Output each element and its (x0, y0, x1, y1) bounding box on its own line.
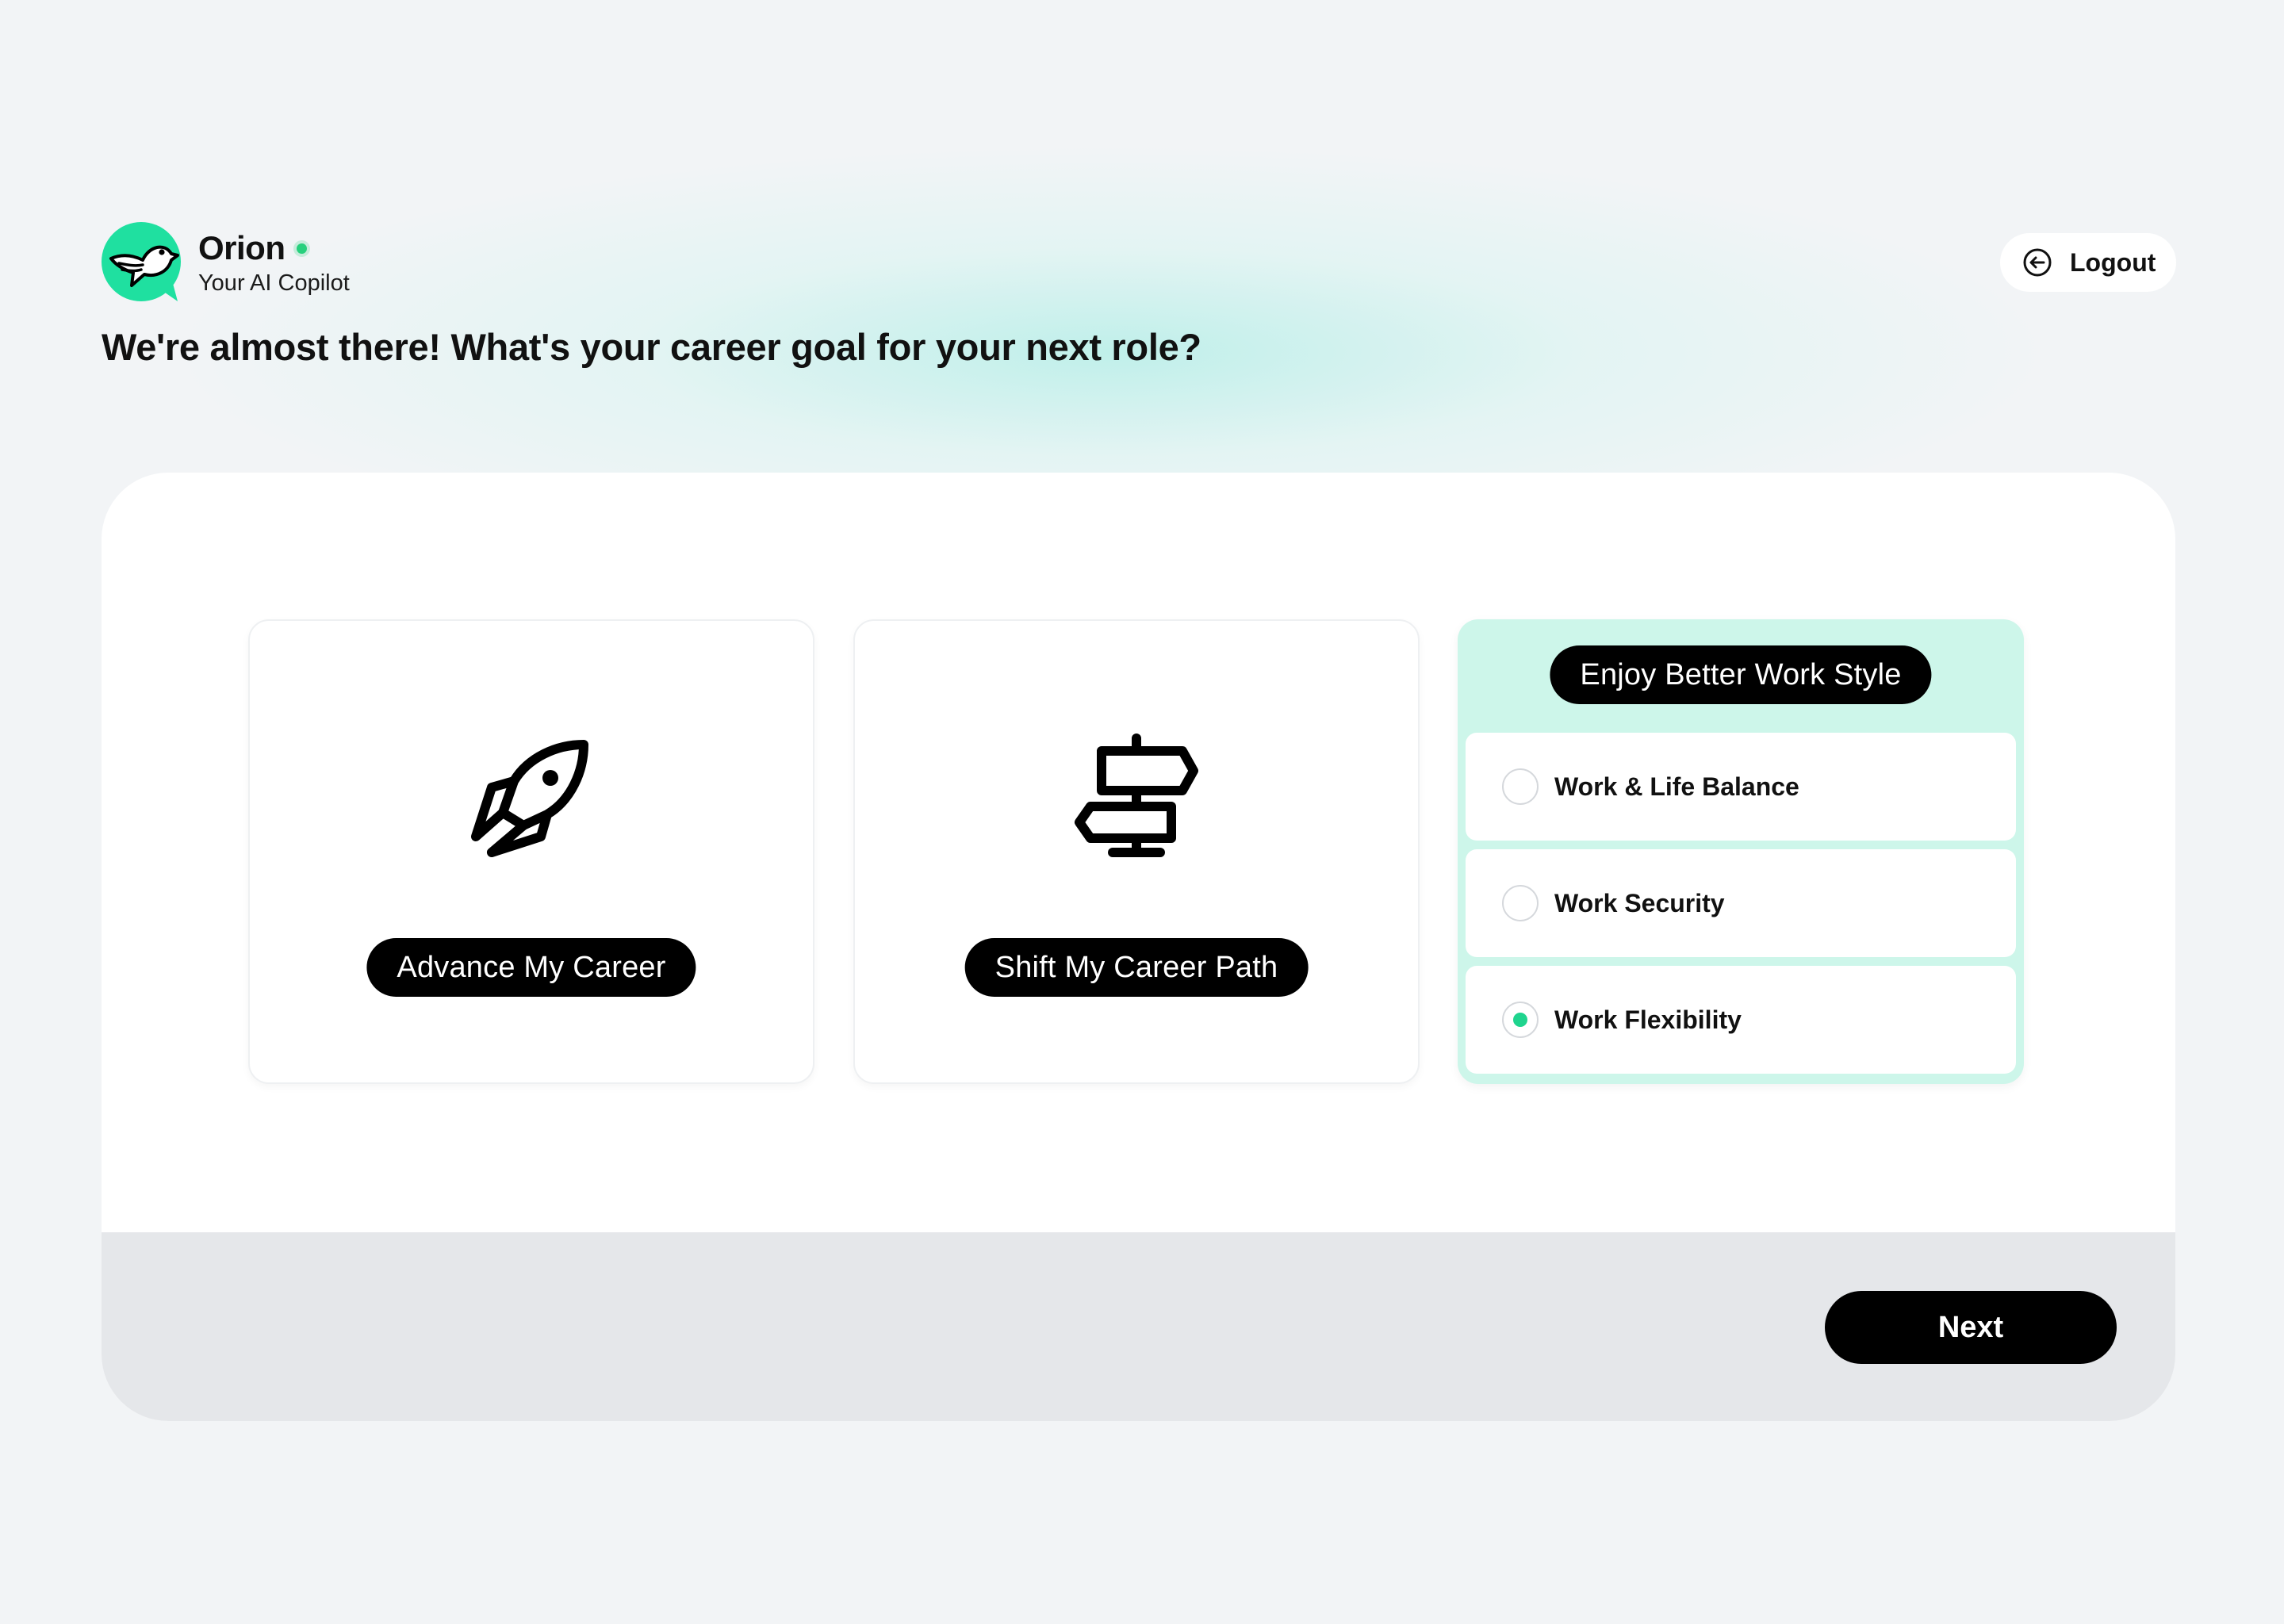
option-work-flexibility[interactable]: Work Flexibility (1466, 966, 2016, 1074)
radio-button[interactable] (1502, 768, 1539, 805)
logout-button[interactable]: Logout (2000, 233, 2176, 292)
brand-name: Orion (198, 228, 286, 266)
panel-footer: Next (102, 1232, 2175, 1421)
option-work-security[interactable]: Work Security (1466, 849, 2016, 957)
header: Orion Your AI Copilot (102, 222, 350, 303)
rocket-icon (468, 733, 595, 864)
brand-block: Orion Your AI Copilot (198, 229, 350, 297)
option-work-life-balance[interactable]: Work & Life Balance (1466, 733, 2016, 841)
advance-career-label: Advance My Career (366, 938, 696, 997)
work-style-options: Work & Life Balance Work Security Work F… (1466, 733, 2016, 1082)
goal-panel: Advance My Career Shift My Career Path E… (102, 473, 2175, 1421)
logout-label: Logout (2070, 247, 2156, 277)
option-label: Work Flexibility (1554, 1005, 1742, 1034)
option-label: Work & Life Balance (1554, 772, 1799, 801)
signpost-icon (1073, 733, 1200, 864)
shift-career-path-label: Shift My Career Path (964, 938, 1309, 997)
radio-button-selected[interactable] (1502, 1002, 1539, 1038)
better-work-style-label: Enjoy Better Work Style (1550, 645, 1932, 704)
brand-subtitle: Your AI Copilot (198, 270, 350, 296)
radio-button[interactable] (1502, 885, 1539, 921)
orion-avatar (102, 222, 182, 303)
online-status-dot (296, 243, 307, 254)
next-button[interactable]: Next (1825, 1291, 2117, 1364)
logout-arrow-icon (2023, 248, 2052, 277)
page-question: We're almost there! What's your career g… (102, 326, 1201, 368)
goal-card-advance-career[interactable]: Advance My Career (248, 619, 814, 1084)
goal-card-better-work-style[interactable]: Enjoy Better Work Style Work & Life Bala… (1458, 619, 2024, 1084)
option-label: Work Security (1554, 888, 1725, 917)
goal-card-shift-career-path[interactable]: Shift My Career Path (853, 619, 1420, 1084)
